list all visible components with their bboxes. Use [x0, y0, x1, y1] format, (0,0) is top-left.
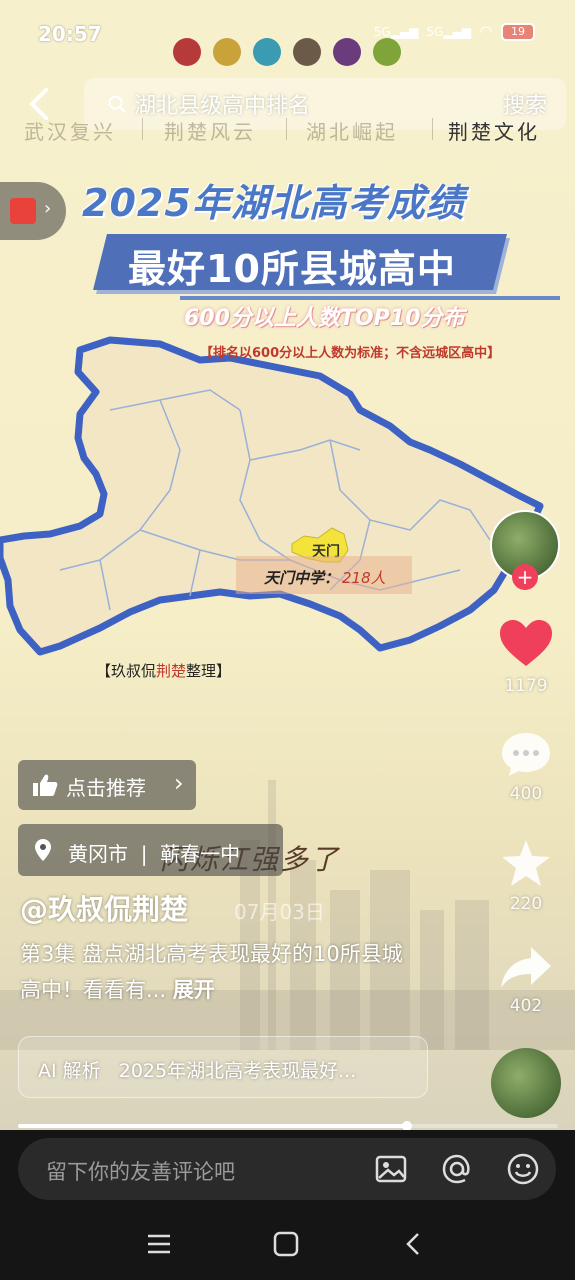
tab-divider — [432, 118, 433, 140]
credit-suffix: 整理】 — [186, 662, 232, 680]
comment-button[interactable]: 400 — [496, 730, 556, 804]
signal-icon: 5G▂▄▆ — [373, 24, 419, 39]
ai-summary-text: AI 解析 2025年湖北高考表现最好... — [38, 1060, 357, 1082]
color-dot — [173, 38, 201, 66]
comment-count: 400 — [509, 784, 543, 804]
wifi-icon: ◠ — [479, 22, 493, 41]
credit-line: 【玖叔侃荆楚整理】 — [96, 660, 231, 681]
like-button[interactable]: 1179 — [496, 618, 556, 696]
search-icon — [108, 95, 126, 113]
share-count: 402 — [509, 996, 543, 1016]
progress-fill — [18, 1124, 407, 1128]
color-dot — [333, 38, 361, 66]
video-subtitle: 600分以上人数TOP10分布 — [184, 306, 465, 331]
like-count: 1179 — [504, 676, 548, 696]
chevron-right-icon: › — [174, 769, 184, 797]
ranking-note: 【排名以600分以上人数为标准；不含远城区高中】 — [200, 346, 501, 361]
share-icon — [501, 947, 551, 988]
network-type-2: 5G — [426, 24, 444, 39]
share-button[interactable]: 402 — [496, 944, 556, 1016]
tab-jingchu-fengyun[interactable]: 荆楚风云 — [164, 116, 256, 145]
location-label: 黄冈市 | 蕲春一中 — [68, 842, 241, 866]
author-name[interactable]: @玖叔侃荆楚 — [20, 888, 188, 928]
battery-icon: 19 — [501, 22, 535, 41]
back-nav-icon[interactable] — [394, 1226, 434, 1262]
recommend-label: 点击推荐 — [66, 776, 146, 800]
home-icon[interactable] — [266, 1226, 306, 1262]
menu-icon[interactable] — [140, 1226, 180, 1262]
comment-icon — [502, 733, 550, 776]
video-progress-bar[interactable] — [18, 1121, 558, 1131]
signal-icon-2: 5G▂▄▆ — [426, 24, 472, 39]
network-type-1: 5G — [373, 24, 391, 39]
credit-red: 荆楚 — [156, 662, 187, 680]
post-date: 07月03日 — [234, 900, 325, 924]
mention-icon[interactable] — [440, 1152, 474, 1186]
credit-prefix: 【玖叔侃 — [96, 662, 157, 680]
star-icon — [502, 840, 550, 886]
status-time: 20:57 — [38, 22, 102, 46]
school-name: 天门中学： — [264, 569, 340, 587]
emoji-icon[interactable] — [506, 1152, 540, 1186]
color-dot — [373, 38, 401, 66]
tab-jingchu-wenhua[interactable]: 荆楚文化 — [448, 116, 540, 145]
location-pin-icon — [35, 839, 51, 861]
favorite-button[interactable]: 220 — [496, 838, 556, 914]
color-dot — [213, 38, 241, 66]
video-title-line2: 最好10所县城高中 — [128, 247, 456, 291]
follow-button[interactable]: + — [512, 564, 538, 590]
thumbs-up-icon — [33, 774, 58, 796]
video-title-line1: 2025年湖北高考成绩 — [82, 181, 465, 225]
tab-wuhan[interactable]: 武汉复兴 — [24, 116, 116, 145]
comment-placeholder: 留下你的友善评论吧 — [46, 1160, 235, 1184]
chevron-right-icon: › — [44, 198, 52, 219]
expand-button[interactable]: 展开 — [173, 978, 215, 1002]
music-disc[interactable] — [491, 1048, 561, 1118]
red-packet-icon — [10, 198, 36, 224]
topic-tabs: 武汉复兴 荆楚风云 湖北崛起 荆楚文化 — [0, 116, 575, 146]
heart-icon — [500, 620, 552, 666]
tab-divider — [286, 118, 287, 140]
color-dots — [173, 38, 401, 66]
tab-divider — [142, 118, 143, 140]
favorite-count: 220 — [509, 894, 543, 914]
video-description: 第3集 盘点湖北高考表现最好的10所县城高中！看看有... 展开 — [20, 936, 420, 1008]
color-dot — [253, 38, 281, 66]
red-packet-button[interactable]: › — [0, 182, 66, 240]
school-count: 218人 — [342, 569, 386, 587]
tab-hubei-jueqi[interactable]: 湖北崛起 — [306, 116, 398, 145]
hubei-map — [0, 336, 544, 656]
image-icon[interactable] — [374, 1152, 408, 1186]
color-dot — [293, 38, 321, 66]
